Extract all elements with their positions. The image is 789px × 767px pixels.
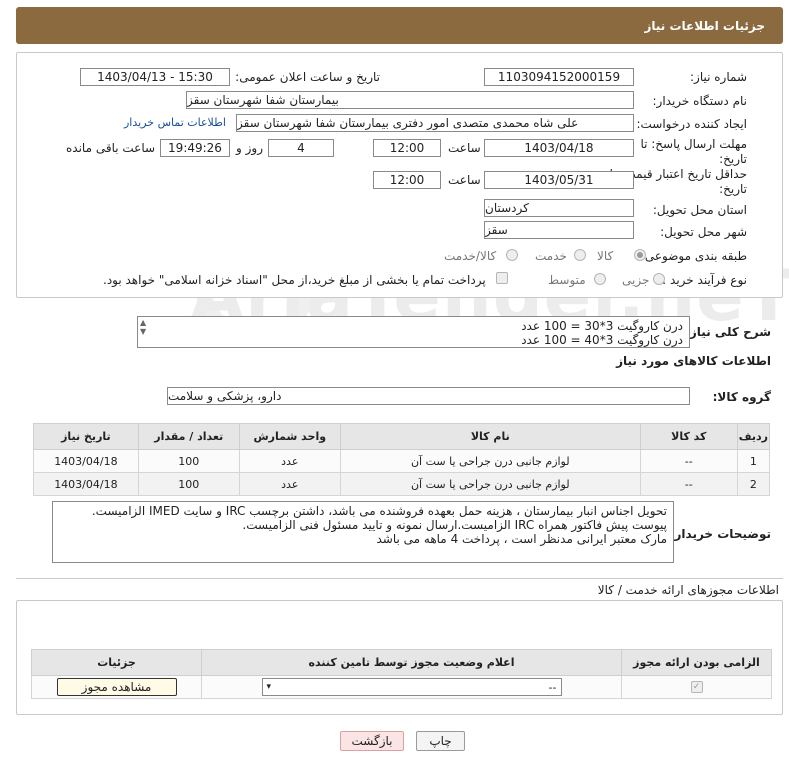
province-label: استان محل تحویل: [652, 203, 747, 217]
col-permit-required: الزامی بودن ارائه مجوز [621, 649, 772, 676]
permits-table-wrapper: الزامی بودن ارائه مجوز اعلام وضعیت مجوز … [31, 649, 772, 699]
buyer-contact-link[interactable]: اطلاعات تماس خریدار [124, 116, 226, 129]
goods-unit: عدد [238, 472, 341, 496]
goods-qty: 100 [137, 449, 240, 473]
reply-deadline-label-date: تاریخ: [719, 152, 747, 166]
description-textarea[interactable]: درن کاروگیت 3*30 = 100 عدد درن کاروگیت 3… [137, 316, 690, 348]
description-line-1: درن کاروگیت 3*30 = 100 عدد [521, 319, 683, 333]
col-permit-status: اعلام وضعیت مجوز توسط تامین کننده [201, 649, 622, 676]
creator-label: ایجاد کننده درخواست: [636, 117, 747, 131]
price-validity-date-field[interactable]: 1403/05/31 [484, 171, 634, 189]
chevron-down-icon: ▾ [266, 682, 272, 692]
price-validity-label-date: تاریخ: [719, 182, 747, 196]
permits-table: الزامی بودن ارائه مجوز اعلام وضعیت مجوز … [31, 649, 772, 699]
row-number: 1 [736, 449, 771, 473]
category-both-radio[interactable] [506, 249, 518, 261]
city-field[interactable]: سقز [484, 221, 634, 239]
purchase-medium-label: متوسط [548, 273, 586, 287]
goods-table-wrapper: ردیف کد کالا نام کالا واحد شمارش تعداد /… [33, 423, 771, 496]
category-both-label: کالا/خدمت [444, 249, 497, 263]
permit-status-cell: ▾ -- [201, 675, 622, 699]
col-code: کد کالا [639, 423, 738, 450]
purchase-type-label: نوع فرآیند خرید : [662, 273, 747, 287]
goods-name: لوازم جانبی درن جراحی یا ست آن [339, 449, 641, 473]
buyer-notes-line-3: مارک معتبر ایرانی مدنظر است ، پرداخت 4 م… [376, 532, 667, 546]
page-title: جزئیات اطلاعات نیاز [644, 18, 765, 33]
goods-code: -- [639, 472, 738, 496]
table-row[interactable]: 1 -- لوازم جانبی درن جراحی یا ست آن عدد … [33, 449, 771, 473]
print-button[interactable]: چاپ [416, 731, 465, 751]
announce-date-label: تاریخ و ساعت اعلان عمومی: [235, 70, 380, 84]
category-service-label: خدمت [535, 249, 567, 263]
purchase-small-label: جزیی [622, 273, 650, 287]
table-row: ✓ ▾ -- مشاهده مجوز [31, 675, 772, 699]
treasury-payment-checkbox[interactable] [496, 272, 508, 284]
reply-days-label: روز و [236, 141, 263, 155]
price-validity-time-field[interactable]: 12:00 [373, 171, 441, 189]
col-permit-details: جزئیات [31, 649, 202, 676]
goods-code: -- [639, 449, 738, 473]
permits-divider [16, 578, 783, 579]
col-qty: تعداد / مقدار [137, 423, 240, 450]
goods-qty: 100 [137, 472, 240, 496]
goods-name: لوازم جانبی درن جراحی یا ست آن [339, 472, 641, 496]
remaining-time-label: ساعت باقی مانده [66, 141, 156, 155]
page-header: جزئیات اطلاعات نیاز [16, 7, 783, 44]
announce-date-field[interactable]: 1403/04/13 - 15:30 [80, 68, 230, 86]
goods-table: ردیف کد کالا نام کالا واحد شمارش تعداد /… [33, 423, 771, 496]
permit-status-select[interactable]: ▾ -- [261, 678, 562, 696]
category-goods-radio[interactable] [634, 249, 646, 261]
buyer-org-label: نام دستگاه خریدار: [652, 94, 748, 108]
goods-group-label: گروه کالا: [712, 390, 771, 404]
category-goods-label: کالا [597, 249, 614, 263]
permits-title: اطلاعات مجوزهای ارائه خدمت / کالا [597, 583, 779, 597]
goods-date: 1403/04/18 [33, 449, 139, 473]
permit-status-value: -- [548, 680, 557, 694]
buyer-notes-line-2: پیوست پیش فاکتور همراه IRC الزامیست.ارسا… [242, 518, 667, 532]
reply-date-field[interactable]: 1403/04/18 [484, 139, 634, 157]
reply-time-field[interactable]: 12:00 [373, 139, 441, 157]
reply-days-field[interactable]: 4 [268, 139, 334, 157]
permit-details-cell: مشاهده مجوز [31, 675, 202, 699]
purchase-small-radio[interactable] [653, 273, 665, 285]
buyer-notes-line-1: تحویل اجناس انبار بیمارستان ، هزینه حمل … [91, 504, 667, 518]
city-label: شهر محل تحویل: [660, 225, 747, 239]
category-label: طبقه بندی موضوعی: [640, 249, 747, 263]
goods-table-header: ردیف کد کالا نام کالا واحد شمارش تعداد /… [33, 423, 771, 450]
permits-table-header: الزامی بودن ارائه مجوز اعلام وضعیت مجوز … [31, 649, 772, 676]
view-permit-button[interactable]: مشاهده مجوز [56, 678, 177, 696]
back-button[interactable]: بازگشت [340, 731, 404, 751]
col-row: ردیف [736, 423, 771, 450]
buyer-notes-label: توضیحات خریدار: [669, 527, 771, 541]
description-label: شرح کلی نیاز: [685, 325, 771, 339]
scroll-arrows-icon[interactable]: ▲ ▼ [140, 318, 146, 336]
goods-info-title: اطلاعات کالاهای مورد نیاز [616, 354, 771, 368]
price-validity-time-label: ساعت [448, 173, 481, 187]
need-number-label: شماره نیاز: [690, 70, 747, 84]
buyer-org-field[interactable]: بیمارستان شفا شهرستان سقز [186, 91, 634, 109]
treasury-payment-note: پرداخت تمام یا بخشی از مبلغ خرید،از محل … [103, 273, 486, 287]
permit-required-checkbox[interactable]: ✓ [690, 681, 703, 693]
permit-required-cell: ✓ [621, 675, 772, 699]
row-number: 2 [736, 472, 771, 496]
purchase-medium-radio[interactable] [594, 273, 606, 285]
col-unit: واحد شمارش [238, 423, 341, 450]
description-line-2: درن کاروگیت 3*40 = 100 عدد [521, 333, 683, 347]
reply-time-label: ساعت [448, 141, 481, 155]
buyer-notes-textarea[interactable]: تحویل اجناس انبار بیمارستان ، هزینه حمل … [52, 501, 674, 563]
creator-field[interactable]: علی شاه محمدی متصدی امور دفتری بیمارستان… [236, 114, 634, 132]
need-number-field[interactable]: 1103094152000159 [484, 68, 634, 86]
reply-deadline-label: مهلت ارسال پاسخ: تا [640, 137, 747, 151]
province-field[interactable]: کردستان [484, 199, 634, 217]
goods-group-field[interactable]: دارو، پزشکی و سلامت [167, 387, 690, 405]
category-service-radio[interactable] [574, 249, 586, 261]
table-row[interactable]: 2 -- لوازم جانبی درن جراحی یا ست آن عدد … [33, 472, 771, 496]
goods-unit: عدد [238, 449, 341, 473]
goods-date: 1403/04/18 [33, 472, 139, 496]
col-name: نام کالا [339, 423, 641, 450]
remaining-time-field[interactable]: 19:49:26 [160, 139, 230, 157]
col-date: تاریخ نیاز [33, 423, 139, 450]
